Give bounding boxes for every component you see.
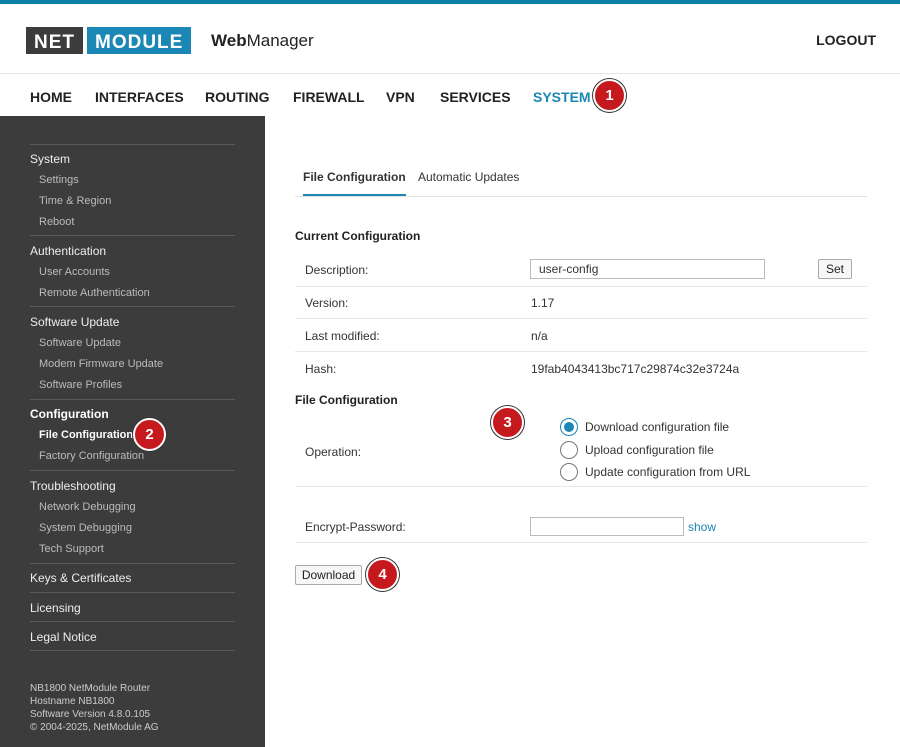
sidebar-divider xyxy=(30,563,235,564)
operation-row: Operation: Download configuration file U… xyxy=(295,412,867,487)
current-configuration-title: Current Configuration xyxy=(295,229,421,243)
file-configuration-title: File Configuration xyxy=(295,393,398,407)
nav-interfaces[interactable]: INTERFACES xyxy=(95,89,184,105)
logo-net-text: NET xyxy=(24,25,85,56)
netmodule-logo[interactable]: NET MODULE xyxy=(24,25,194,56)
sidebar-item-remote-authentication[interactable]: Remote Authentication xyxy=(39,287,150,299)
tab-file-configuration[interactable]: File Configuration xyxy=(303,170,406,196)
version-row: Version: 1.17 xyxy=(295,287,867,319)
sidebar-item-settings[interactable]: Settings xyxy=(39,174,79,186)
operation-label: Operation: xyxy=(305,445,362,459)
description-label: Description: xyxy=(305,263,369,277)
sidebar-footer: NB1800 NetModule Router Hostname NB1800 … xyxy=(30,682,159,734)
callout-badge-3: 3 xyxy=(491,406,524,439)
callout-badge-2: 2 xyxy=(133,418,166,451)
sidebar-divider xyxy=(30,399,235,400)
radio-download-config[interactable]: Download configuration file xyxy=(560,418,729,436)
last-modified-row: Last modified: n/a xyxy=(295,319,867,352)
footer-hostname: Hostname NB1800 xyxy=(30,696,115,707)
sidebar-group-authentication[interactable]: Authentication xyxy=(30,244,106,258)
radio-update-from-url[interactable]: Update configuration from URL xyxy=(560,463,750,481)
header: NET MODULE WebManager LOGOUT xyxy=(0,4,900,74)
sidebar-group-legal-notice[interactable]: Legal Notice xyxy=(30,630,97,644)
set-button[interactable]: Set xyxy=(818,259,852,279)
hash-value: 19fab4043413bc717c29874c32e3724a xyxy=(531,362,740,376)
radio-upload-label[interactable]: Upload configuration file xyxy=(585,443,714,457)
app-title-bold: Web xyxy=(211,31,247,50)
nav-home[interactable]: HOME xyxy=(30,89,72,105)
app-title: WebManager xyxy=(211,31,314,51)
sidebar-item-software-profiles[interactable]: Software Profiles xyxy=(39,379,122,391)
sidebar-divider xyxy=(30,470,235,471)
radio-download-circle[interactable] xyxy=(560,418,578,436)
hash-row: Hash: 19fab4043413bc717c29874c32e3724a xyxy=(295,352,867,381)
sidebar-item-network-debugging[interactable]: Network Debugging xyxy=(39,501,136,513)
sidebar-group-configuration[interactable]: Configuration xyxy=(30,407,109,421)
sidebar-item-user-accounts[interactable]: User Accounts xyxy=(39,266,110,278)
description-input[interactable] xyxy=(530,259,765,279)
sidebar-item-reboot[interactable]: Reboot xyxy=(39,216,74,228)
sidebar-group-troubleshooting[interactable]: Troubleshooting xyxy=(30,479,116,493)
radio-upload-circle[interactable] xyxy=(560,441,578,459)
sidebar-divider xyxy=(30,621,235,622)
app-title-rest: Manager xyxy=(246,31,314,50)
sidebar-divider xyxy=(30,592,235,593)
sidebar-divider xyxy=(30,650,235,651)
tab-bar: File Configuration Automatic Updates xyxy=(295,168,867,197)
version-label: Version: xyxy=(305,296,349,310)
sidebar-item-software-update[interactable]: Software Update xyxy=(39,337,121,349)
sidebar-item-time-region[interactable]: Time & Region xyxy=(39,195,111,207)
tab-automatic-updates[interactable]: Automatic Updates xyxy=(418,170,519,184)
radio-url-circle[interactable] xyxy=(560,463,578,481)
sidebar-item-system-debugging[interactable]: System Debugging xyxy=(39,522,132,534)
sidebar-item-file-configuration[interactable]: File Configuration xyxy=(39,429,133,441)
sidebar-item-factory-configuration[interactable]: Factory Configuration xyxy=(39,450,144,462)
last-modified-value: n/a xyxy=(531,329,548,343)
callout-badge-4: 4 xyxy=(366,558,399,591)
nav-firewall[interactable]: FIREWALL xyxy=(293,89,365,105)
encrypt-password-input[interactable] xyxy=(530,517,684,536)
hash-label: Hash: xyxy=(305,362,337,376)
footer-version: Software Version 4.8.0.105 xyxy=(30,709,151,720)
last-modified-label: Last modified: xyxy=(305,329,380,343)
radio-url-label[interactable]: Update configuration from URL xyxy=(585,465,750,479)
sidebar-group-licensing[interactable]: Licensing xyxy=(30,601,81,615)
footer-copyright: © 2004-2025, NetModule AG xyxy=(30,722,159,733)
nav-vpn[interactable]: VPN xyxy=(386,89,415,105)
version-value: 1.17 xyxy=(531,296,555,310)
sidebar-divider xyxy=(30,235,235,236)
nav-system[interactable]: SYSTEM xyxy=(533,89,591,105)
callout-badge-1: 1 xyxy=(593,79,626,112)
footer-device: NB1800 NetModule Router xyxy=(30,683,151,694)
logout-link[interactable]: LOGOUT xyxy=(816,32,876,48)
nav-services[interactable]: SERVICES xyxy=(440,89,511,105)
download-button[interactable]: Download xyxy=(295,565,362,585)
sidebar-divider xyxy=(30,306,235,307)
sidebar-group-software-update[interactable]: Software Update xyxy=(30,315,119,329)
sidebar-divider xyxy=(30,144,235,145)
radio-download-label[interactable]: Download configuration file xyxy=(585,420,729,434)
sidebar-group-system[interactable]: System xyxy=(30,152,70,166)
encrypt-password-label: Encrypt-Password: xyxy=(305,520,406,534)
sidebar-item-tech-support[interactable]: Tech Support xyxy=(39,543,104,555)
main-nav: HOME INTERFACES ROUTING FIREWALL VPN SER… xyxy=(0,75,900,116)
show-password-link[interactable]: show xyxy=(688,520,716,534)
radio-upload-config[interactable]: Upload configuration file xyxy=(560,441,714,459)
logo-module-text: MODULE xyxy=(85,25,194,56)
encrypt-password-row: Encrypt-Password: show xyxy=(295,508,867,543)
description-row: Description: Set xyxy=(295,253,867,287)
nav-routing[interactable]: ROUTING xyxy=(205,89,270,105)
sidebar-group-keys-certificates[interactable]: Keys & Certificates xyxy=(30,571,131,585)
main-content: File Configuration Automatic Updates Cur… xyxy=(265,116,900,747)
sidebar-item-modem-firmware-update[interactable]: Modem Firmware Update xyxy=(39,358,163,370)
